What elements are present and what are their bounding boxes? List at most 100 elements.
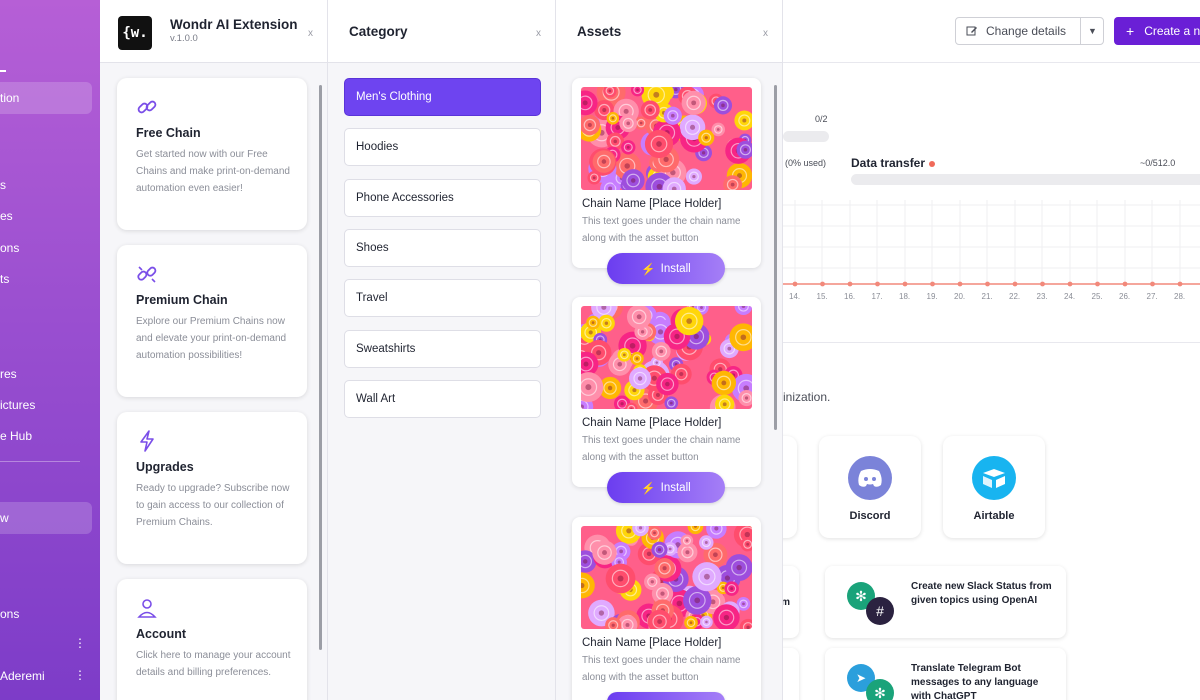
sidebar-item[interactable]: es xyxy=(0,209,13,223)
chart-tick-label: 16. xyxy=(844,292,856,301)
sidebar-item-active[interactable]: tion xyxy=(0,82,92,114)
install-button[interactable]: ⚡ Install xyxy=(607,472,725,503)
asset-card[interactable]: Chain Name [Place Holder] This text goes… xyxy=(572,78,761,284)
scrollbar[interactable] xyxy=(774,85,777,430)
asset-name: Chain Name [Place Holder] xyxy=(582,637,722,649)
premium-chain-card[interactable]: Premium Chain Explore our Premium Chains… xyxy=(117,245,307,397)
chart-point xyxy=(1150,281,1155,287)
chart-point xyxy=(985,281,990,287)
sidebar-divider xyxy=(0,461,80,462)
asset-description: This text goes under the chain name alon… xyxy=(582,435,741,463)
chart-tick-label: 22. xyxy=(1009,292,1021,301)
wondr-logo: {w. xyxy=(118,16,152,50)
asset-card[interactable]: Chain Name [Place Holder] This text goes… xyxy=(572,517,761,700)
chart-point xyxy=(957,281,963,287)
chart-point xyxy=(875,281,880,287)
app-card-discord[interactable]: Discord xyxy=(819,436,921,538)
install-button[interactable]: ⚡ Install xyxy=(607,253,725,284)
flow-card-slack-status[interactable]: ✻ # Create new Slack Status from given t… xyxy=(825,566,1066,638)
app-card-airtable[interactable]: Airtable xyxy=(943,436,1045,538)
chart-tick-label: 19. xyxy=(926,292,938,301)
chart-tick-label: 26. xyxy=(1119,292,1131,301)
extension-name: Wondr AI Extension xyxy=(170,17,298,32)
organization-text: inization. xyxy=(783,390,831,404)
install-button[interactable] xyxy=(607,692,725,700)
asset-name: Chain Name [Place Holder] xyxy=(582,417,722,429)
edit-icon xyxy=(966,26,977,36)
scrollbar[interactable] xyxy=(319,85,322,650)
close-icon[interactable]: x xyxy=(763,28,768,39)
plus-icon: + xyxy=(1126,23,1135,39)
category-header: Category x xyxy=(328,0,555,63)
chart-tick-label: 28. xyxy=(1174,292,1186,301)
asset-thumbnail xyxy=(581,526,752,629)
chart-point xyxy=(847,281,853,287)
free-chain-card[interactable]: Free Chain Get started now with our Free… xyxy=(117,78,307,230)
asset-name: Chain Name [Place Holder] xyxy=(582,198,722,210)
chart-point xyxy=(1040,281,1045,287)
sidebar-item[interactable]: ts xyxy=(0,272,9,286)
category-item-travel[interactable]: Travel xyxy=(344,279,541,317)
caret-down-icon: ▼ xyxy=(1088,26,1097,36)
kebab-menu-icon[interactable]: ⋮ xyxy=(74,668,86,682)
sidebar-item[interactable]: s xyxy=(0,178,6,192)
app-card-partial[interactable] xyxy=(783,436,797,538)
kebab-menu-icon[interactable]: ⋮ xyxy=(74,636,86,650)
sidebar-user-name[interactable]: Aderemi xyxy=(0,669,45,683)
floral-pattern-image xyxy=(581,306,752,409)
status-dot xyxy=(929,160,936,167)
create-button[interactable]: + Create a n xyxy=(1114,17,1200,45)
close-icon[interactable]: x xyxy=(308,28,313,39)
category-title: Category xyxy=(349,24,408,39)
chart-tick-label: 15. xyxy=(816,292,828,301)
change-details-dropdown[interactable]: ▼ xyxy=(1080,17,1104,45)
chart-point xyxy=(1095,281,1100,287)
close-icon[interactable]: x xyxy=(536,28,541,39)
openai-icon: ✻ xyxy=(866,679,894,700)
assets-title: Assets xyxy=(577,24,622,39)
asset-card[interactable]: Chain Name [Place Holder] This text goes… xyxy=(572,297,761,503)
slack-icon: # xyxy=(866,597,894,625)
sidebar-item[interactable]: e Hub xyxy=(0,429,32,443)
chart-point xyxy=(1067,281,1073,287)
usage-chart xyxy=(783,200,1200,287)
extension-header: {w. Wondr AI Extension v.1.0.0 x xyxy=(100,0,327,63)
sidebar-item[interactable]: ictures xyxy=(0,398,35,412)
category-item-wall-art[interactable]: Wall Art xyxy=(344,380,541,418)
chart-point xyxy=(820,281,825,287)
category-item-mens-clothing[interactable]: Men's Clothing xyxy=(344,78,541,116)
extension-main-panel: {w. Wondr AI Extension v.1.0.0 x Free Ch… xyxy=(100,0,328,700)
usage-bar xyxy=(783,131,829,142)
account-card[interactable]: Account Click here to manage your accoun… xyxy=(117,579,307,700)
category-item-hoodies[interactable]: Hoodies xyxy=(344,128,541,166)
chart-tick-label: 20. xyxy=(954,292,966,301)
header-divider xyxy=(783,62,1200,63)
flow-card-partial[interactable]: om xyxy=(783,566,799,638)
sidebar-item[interactable]: ons xyxy=(0,241,19,255)
category-panel: Category x Men's Clothing Hoodies Phone … xyxy=(328,0,556,700)
chart-tick-label: 18. xyxy=(899,292,911,301)
sidebar-item[interactable]: res xyxy=(0,367,17,381)
asset-thumbnail xyxy=(581,306,752,409)
sidebar-item-active[interactable]: w xyxy=(0,502,92,534)
extension-version: v.1.0.0 xyxy=(170,33,198,44)
background-main: Change details ▼ + Create a n 0/2 (0% us… xyxy=(783,0,1200,700)
usage-percent: (0% used) xyxy=(785,158,827,168)
chart-point xyxy=(930,281,935,287)
chart-tick-label: 21. xyxy=(981,292,993,301)
lightning-icon xyxy=(140,430,154,452)
airtable-icon xyxy=(972,456,1016,500)
category-item-shoes[interactable]: Shoes xyxy=(344,229,541,267)
upgrades-card[interactable]: Upgrades Ready to upgrade? Subscribe now… xyxy=(117,412,307,564)
assets-header: Assets x xyxy=(556,0,782,63)
background-sidebar: tion s es ons ts res ictures e Hub w ons… xyxy=(0,0,100,700)
floral-pattern-image xyxy=(581,526,752,629)
flow-card-partial[interactable] xyxy=(783,648,799,700)
sidebar-item[interactable]: ons xyxy=(0,607,19,621)
category-item-sweatshirts[interactable]: Sweatshirts xyxy=(344,330,541,368)
asset-description: This text goes under the chain name alon… xyxy=(582,655,741,683)
link-icon xyxy=(137,100,157,114)
section-divider xyxy=(783,342,1200,343)
category-item-phone-accessories[interactable]: Phone Accessories xyxy=(344,179,541,217)
flow-card-telegram[interactable]: ➤ ✻ Translate Telegram Bot messages to a… xyxy=(825,648,1066,700)
